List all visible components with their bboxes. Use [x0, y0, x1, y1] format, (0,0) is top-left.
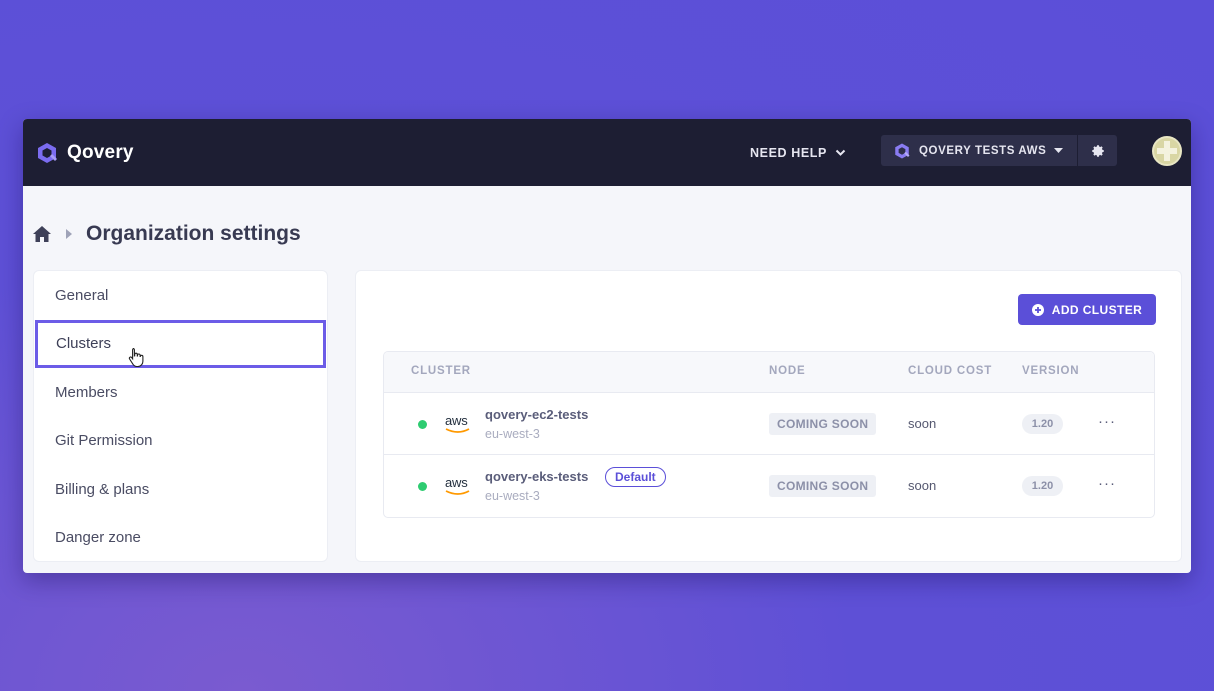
status-running-dot — [418, 482, 427, 491]
version-badge: 1.20 — [1022, 414, 1063, 434]
organization-switcher: QOVERY TESTS AWS — [881, 135, 1117, 166]
cluster-name[interactable]: qovery-ec2-tests — [485, 407, 588, 422]
aws-provider-label: aws — [445, 475, 468, 490]
column-header-version: VERSION — [1022, 365, 1080, 377]
sidebar-item-label: Git Permission — [55, 432, 153, 450]
cluster-region: eu-west-3 — [485, 427, 540, 441]
breadcrumb: Organization settings — [32, 222, 301, 246]
table-header: CLUSTER NODE CLOUD COST VERSION — [384, 352, 1154, 393]
app-window: Qovery NEED HELP QOVERY TESTS AWS Organi… — [23, 119, 1191, 573]
organization-name: QOVERY TESTS AWS — [919, 144, 1047, 157]
column-header-cloud-cost: CLOUD COST — [908, 365, 993, 377]
clusters-table: CLUSTER NODE CLOUD COST VERSION aws qove… — [383, 351, 1155, 518]
table-row[interactable]: aws qovery-ec2-tests eu-west-3 COMING SO… — [384, 393, 1154, 455]
sidebar-item-billing[interactable]: Billing & plans — [34, 465, 327, 514]
more-actions-icon[interactable]: ··· — [1098, 475, 1116, 492]
sidebar-item-general[interactable]: General — [34, 271, 327, 320]
cloud-cost-value: soon — [908, 478, 937, 493]
settings-sidebar: General Clusters Members Git Permission … — [33, 270, 328, 562]
add-cluster-button[interactable]: ADD CLUSTER — [1018, 294, 1156, 325]
caret-down-icon — [1054, 147, 1064, 153]
gear-icon — [1091, 144, 1104, 157]
sidebar-item-label: General — [55, 286, 109, 304]
default-badge: Default — [605, 467, 666, 487]
sidebar-item-git-permission[interactable]: Git Permission — [34, 417, 327, 466]
sidebar-item-label: Billing & plans — [55, 480, 150, 498]
plus-circle-icon — [1031, 303, 1044, 316]
sidebar-item-label: Danger zone — [55, 529, 141, 547]
brand-name: Qovery — [67, 141, 134, 163]
aws-logo-icon: aws — [445, 474, 473, 496]
sidebar-item-label: Members — [55, 383, 118, 401]
aws-logo-icon: aws — [445, 412, 473, 434]
home-icon[interactable] — [32, 225, 52, 243]
sidebar-item-clusters[interactable]: Clusters — [35, 319, 326, 368]
page-title: Organization settings — [86, 222, 301, 245]
cloud-cost-value: soon — [908, 416, 937, 431]
qovery-org-icon — [895, 143, 910, 158]
sidebar-item-members[interactable]: Members — [34, 368, 327, 417]
more-actions-icon[interactable]: ··· — [1098, 413, 1116, 430]
aws-provider-label: aws — [445, 413, 468, 428]
clusters-panel: ADD CLUSTER CLUSTER NODE CLOUD COST VERS… — [355, 270, 1182, 562]
sidebar-item-label: Clusters — [56, 335, 112, 353]
table-row[interactable]: aws qovery-eks-tests Default eu-west-3 C… — [384, 455, 1154, 517]
organization-select[interactable]: QOVERY TESTS AWS — [881, 135, 1077, 166]
caret-right-icon — [66, 229, 72, 239]
top-navbar: Qovery NEED HELP QOVERY TESTS AWS — [23, 119, 1191, 186]
user-avatar[interactable] — [1152, 136, 1182, 166]
need-help-label: NEED HELP — [750, 145, 827, 160]
node-coming-soon-badge: COMING SOON — [769, 475, 877, 497]
avatar-pattern — [1164, 141, 1170, 161]
cluster-name[interactable]: qovery-eks-tests — [485, 469, 588, 484]
qovery-logo-icon — [38, 142, 57, 163]
brand[interactable]: Qovery — [35, 141, 134, 165]
need-help-menu[interactable]: NEED HELP — [750, 119, 846, 186]
version-badge: 1.20 — [1022, 476, 1063, 496]
cluster-region: eu-west-3 — [485, 489, 540, 503]
node-coming-soon-badge: COMING SOON — [769, 413, 877, 435]
add-cluster-label: ADD CLUSTER — [1051, 302, 1143, 317]
organization-settings-button[interactable] — [1077, 135, 1117, 166]
chevron-down-icon — [835, 149, 846, 156]
hand-pointer-icon — [128, 347, 144, 367]
column-header-node: NODE — [769, 365, 806, 377]
sidebar-item-danger-zone[interactable]: Danger zone — [34, 514, 327, 563]
status-running-dot — [418, 420, 427, 429]
column-header-cluster: CLUSTER — [411, 365, 471, 377]
